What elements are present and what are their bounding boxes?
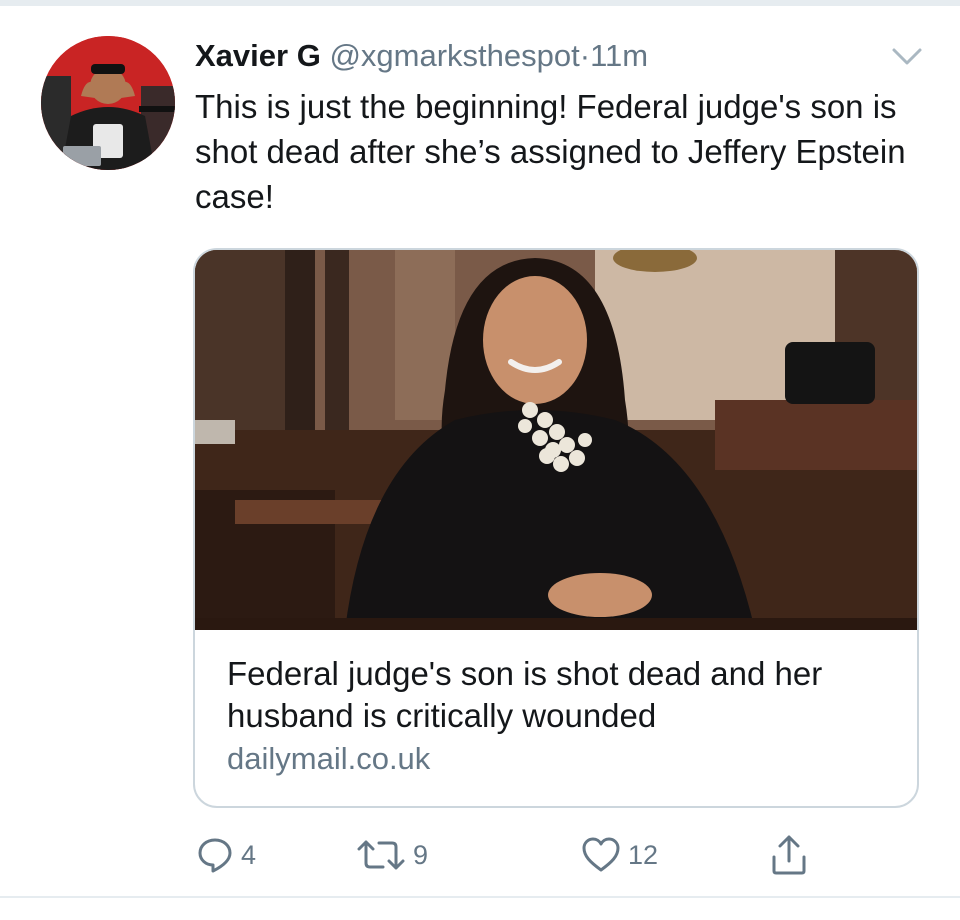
heart-icon — [580, 835, 622, 875]
like-count: 12 — [628, 839, 659, 870]
retweet-button[interactable]: 9 — [355, 830, 428, 880]
separator-dot: · — [579, 38, 591, 73]
tweet-actions: 4 9 12 — [195, 830, 935, 880]
reply-button[interactable]: 4 — [195, 830, 256, 880]
card-image — [195, 250, 917, 630]
avatar-image — [41, 36, 175, 170]
card-title: Federal judge's son is shot dead and her… — [227, 655, 823, 734]
retweet-count: 9 — [413, 839, 429, 870]
chevron-down-icon[interactable] — [890, 42, 924, 70]
avatar[interactable] — [41, 36, 175, 170]
display-name[interactable]: Xavier G — [195, 38, 321, 73]
tweet-header: Xavier G @xgmarksthespot·11m — [195, 36, 648, 76]
reply-icon — [195, 835, 235, 875]
reply-count: 4 — [241, 839, 257, 870]
share-button[interactable] — [769, 830, 809, 880]
top-divider — [0, 0, 960, 6]
bottom-divider — [0, 896, 960, 898]
link-card[interactable]: Federal judge's son is shot dead and her… — [193, 248, 919, 808]
card-domain: dailymail.co.uk — [227, 741, 431, 776]
share-icon — [769, 833, 809, 877]
tweet-text: This is just the beginning! Federal judg… — [195, 88, 906, 215]
card-text: Federal judge's son is shot dead and her… — [227, 653, 887, 781]
timestamp[interactable]: 11m — [590, 38, 648, 73]
user-handle[interactable]: @xgmarksthespot — [329, 38, 579, 73]
retweet-icon — [355, 835, 407, 875]
like-button[interactable]: 12 — [580, 830, 658, 880]
